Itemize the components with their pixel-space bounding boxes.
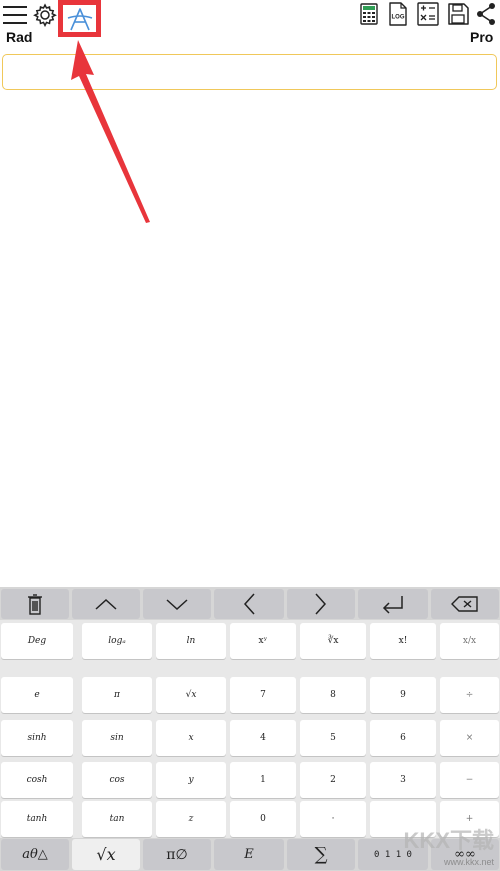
key-r4-c2[interactable]: cos [82,762,152,798]
key-r5-c3[interactable]: z [156,801,226,837]
key-r1-c3[interactable]: ln [156,623,226,659]
key-r5-c4[interactable]: 0 [230,801,296,837]
pro-label[interactable]: Pro [470,29,493,45]
key-r1-c5[interactable]: ∛x [300,623,366,659]
key-r3-c3[interactable]: x [156,720,226,756]
watermark-url: www.kkx.net [443,857,494,867]
app-screen: LOG Rad Pro Deg logₐ ln xʸ ∛x x! x/x e π… [0,0,500,871]
down-arrow-icon[interactable] [143,589,211,619]
key-r2-c1[interactable]: e [1,677,73,713]
key-r1-c1[interactable]: Deg [1,623,73,659]
key-r5-c5[interactable]: · [300,801,366,837]
key-r2-c5[interactable]: 8 [300,677,366,713]
sum-category-key[interactable]: ∑ [287,839,355,870]
key-r3-c7[interactable]: × [440,720,499,756]
functions-category-key[interactable]: √x [72,839,140,870]
key-r3-c1[interactable]: sinh [1,720,73,756]
trash-icon[interactable] [1,589,69,619]
key-r1-c2[interactable]: logₐ [82,623,152,659]
key-r1-c4[interactable]: xʸ [230,623,296,659]
up-arrow-icon[interactable] [72,589,140,619]
keyboard-nav-row [0,587,500,620]
key-r3-c5[interactable]: 5 [300,720,366,756]
key-r4-c5[interactable]: 2 [300,762,366,798]
scientific-e-category-key[interactable]: E [214,839,284,870]
log-icon[interactable]: LOG [387,1,409,27]
constants-sets-category-key[interactable]: π∅ [143,839,211,870]
key-r2-c7[interactable]: ÷ [440,677,499,713]
angle-mode-label[interactable]: Rad [6,29,32,45]
math-keyboard: Deg logₐ ln xʸ ∛x x! x/x e π √x 7 8 9 ÷ sinh sin x 4 5 6 × co… [0,587,500,871]
key-r4-c3[interactable]: y [156,762,226,798]
menu-icon[interactable] [0,2,30,28]
key-r1-c6[interactable]: x! [370,623,436,659]
gear-icon[interactable] [32,2,58,28]
key-r4-c1[interactable]: cosh [1,762,73,798]
backspace-icon[interactable] [431,589,499,619]
enter-icon[interactable] [358,589,428,619]
key-r1-c7[interactable]: x/x [440,623,499,659]
key-r4-c6[interactable]: 3 [370,762,436,798]
key-r3-c2[interactable]: sin [82,720,152,756]
watermark-logo: KKX下载 [403,828,494,853]
key-r4-c4[interactable]: 1 [230,762,296,798]
left-arrow-icon[interactable] [214,589,284,619]
key-r2-c6[interactable]: 9 [370,677,436,713]
key-r5-c1[interactable]: tanh [1,801,73,837]
math-sheet-icon[interactable] [416,1,440,27]
key-r5-c2[interactable]: tan [82,801,152,837]
save-icon[interactable] [446,1,470,27]
key-r3-c4[interactable]: 4 [230,720,296,756]
keyboard-category-row: aθ△ √x π∅ E ∑ 0 1 1 0 ∞∞ KKX下载 www.kkx.n… [0,828,500,871]
key-r4-c7[interactable]: − [440,762,499,798]
key-r3-c6[interactable]: 6 [370,720,436,756]
annotation-highlight-box [58,0,101,37]
right-arrow-icon[interactable] [287,589,355,619]
greek-triangle-category-key[interactable]: aθ△ [1,839,69,870]
calculator-icon[interactable] [358,2,380,26]
log-icon-text: LOG [392,15,405,21]
share-icon[interactable] [474,1,498,27]
key-r2-c2[interactable]: π [82,677,152,713]
key-r2-c4[interactable]: 7 [230,677,296,713]
expression-input[interactable] [2,54,497,90]
key-r2-c3[interactable]: √x [156,677,226,713]
